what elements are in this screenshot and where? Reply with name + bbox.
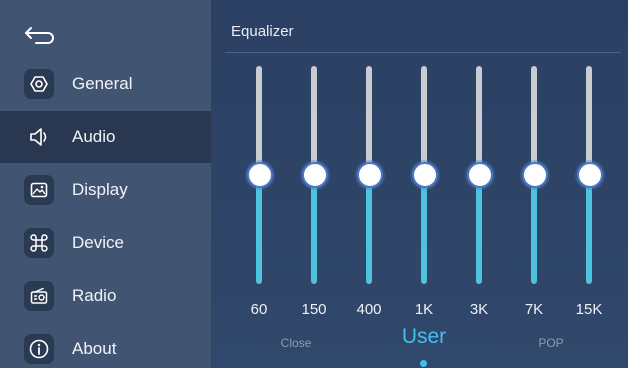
- preset-next[interactable]: POP: [521, 336, 581, 350]
- preset-previous[interactable]: Close: [266, 336, 326, 350]
- eq-slider-400[interactable]: [354, 66, 384, 284]
- slider-track-lower: [421, 177, 427, 284]
- back-button[interactable]: [22, 18, 62, 48]
- preset-current[interactable]: User: [384, 325, 464, 349]
- eq-slider-1k[interactable]: [409, 66, 439, 284]
- eq-slider-7k[interactable]: [519, 66, 549, 284]
- sidebar-item-label: Audio: [72, 127, 116, 146]
- info-icon: [24, 334, 54, 364]
- slider-knob[interactable]: [247, 162, 273, 188]
- slider-knob[interactable]: [302, 162, 328, 188]
- freq-label: 15K: [575, 301, 603, 318]
- equalizer-screen: General Audio Display Device Radio About…: [0, 0, 628, 368]
- divider: [225, 52, 621, 53]
- slider-knob[interactable]: [412, 162, 438, 188]
- slider-track-upper: [586, 66, 592, 173]
- radio-icon: [24, 281, 54, 311]
- slider-track-upper: [421, 66, 427, 173]
- picture-icon: [24, 175, 54, 205]
- eq-slider-15k[interactable]: [574, 66, 604, 284]
- back-arrow-icon: [25, 27, 54, 44]
- sidebar-item-general[interactable]: General: [0, 58, 211, 110]
- freq-label: 150: [301, 301, 327, 318]
- sidebar-item-radio[interactable]: Radio: [0, 270, 211, 322]
- slider-track-lower: [586, 177, 592, 284]
- sidebar-item-audio[interactable]: Audio: [0, 111, 211, 163]
- speaker-icon: [24, 122, 54, 152]
- sidebar-item-label: General: [72, 74, 133, 93]
- equalizer-panel: Equalizer 60 150 400 1K 3K 7K 15K Close …: [211, 0, 628, 368]
- freq-label: 1K: [414, 301, 434, 318]
- slider-track-upper: [311, 66, 317, 173]
- gear-hexagon-icon: [24, 69, 54, 99]
- slider-track-upper: [256, 66, 262, 173]
- sidebar-item-label: Display: [72, 180, 128, 199]
- sidebar: General Audio Display Device Radio About: [0, 0, 211, 368]
- eq-slider-60[interactable]: [244, 66, 274, 284]
- slider-track-upper: [531, 66, 537, 173]
- slider-track-lower: [531, 177, 537, 284]
- slider-track-lower: [366, 177, 372, 284]
- freq-label: 60: [250, 301, 268, 318]
- slider-knob[interactable]: [467, 162, 493, 188]
- freq-label: 3K: [469, 301, 489, 318]
- sidebar-item-label: Device: [72, 233, 124, 252]
- sidebar-item-label: About: [72, 339, 117, 358]
- preset-indicator-dot: [420, 360, 427, 367]
- slider-track-lower: [311, 177, 317, 284]
- eq-slider-3k[interactable]: [464, 66, 494, 284]
- slider-knob[interactable]: [357, 162, 383, 188]
- freq-label: 7K: [524, 301, 544, 318]
- slider-track-lower: [256, 177, 262, 284]
- slider-track-upper: [366, 66, 372, 173]
- slider-track-lower: [476, 177, 482, 284]
- slider-knob[interactable]: [577, 162, 603, 188]
- page-title: Equalizer: [231, 23, 294, 40]
- sidebar-item-device[interactable]: Device: [0, 217, 211, 269]
- command-icon: [24, 228, 54, 258]
- slider-knob[interactable]: [522, 162, 548, 188]
- freq-label: 400: [356, 301, 382, 318]
- slider-track-upper: [476, 66, 482, 173]
- sidebar-item-about[interactable]: About: [0, 323, 211, 368]
- sidebar-item-label: Radio: [72, 286, 117, 305]
- eq-slider-150[interactable]: [299, 66, 329, 284]
- sidebar-item-display[interactable]: Display: [0, 164, 211, 216]
